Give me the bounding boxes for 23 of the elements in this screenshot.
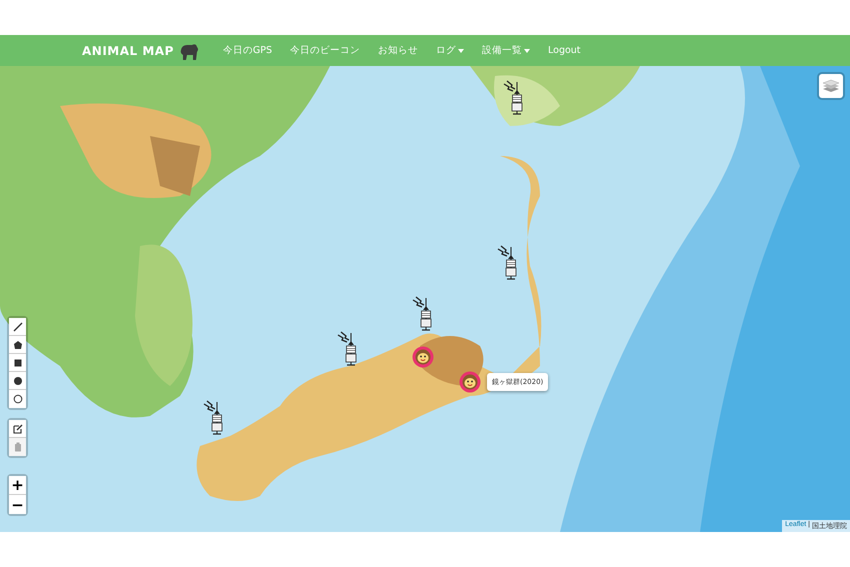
nav-link[interactable]: Logout bbox=[539, 44, 590, 57]
nav-link[interactable]: 今日のGPS bbox=[214, 44, 281, 57]
monkey-marker-icon[interactable] bbox=[412, 346, 434, 368]
highland-area bbox=[150, 136, 200, 196]
edit-tool-button[interactable] bbox=[9, 420, 26, 438]
monkey-marker-icon[interactable] bbox=[459, 371, 481, 393]
antenna-marker-icon[interactable] bbox=[337, 331, 359, 367]
edit-icon bbox=[10, 422, 24, 436]
nav-link[interactable]: ログ bbox=[427, 44, 473, 57]
antenna-marker-icon[interactable] bbox=[412, 296, 434, 332]
brand-logo-text[interactable]: ANIMAL MAP bbox=[82, 44, 174, 58]
polyline-tool-button[interactable] bbox=[9, 318, 26, 336]
plain-area bbox=[494, 75, 560, 126]
nav-link[interactable]: お知らせ bbox=[369, 44, 427, 57]
zoom-in-button[interactable]: + bbox=[9, 476, 26, 495]
layers-icon bbox=[822, 78, 840, 94]
antenna-marker-icon[interactable] bbox=[203, 400, 225, 436]
antenna-marker-icon[interactable] bbox=[497, 245, 519, 281]
circlemarker-icon bbox=[10, 392, 24, 406]
antenna-marker-icon[interactable] bbox=[503, 80, 525, 116]
layers-button[interactable] bbox=[817, 72, 845, 100]
nav-link[interactable]: 設備一覧 bbox=[473, 44, 539, 57]
nav-link[interactable]: 今日のビーコン bbox=[281, 44, 369, 57]
